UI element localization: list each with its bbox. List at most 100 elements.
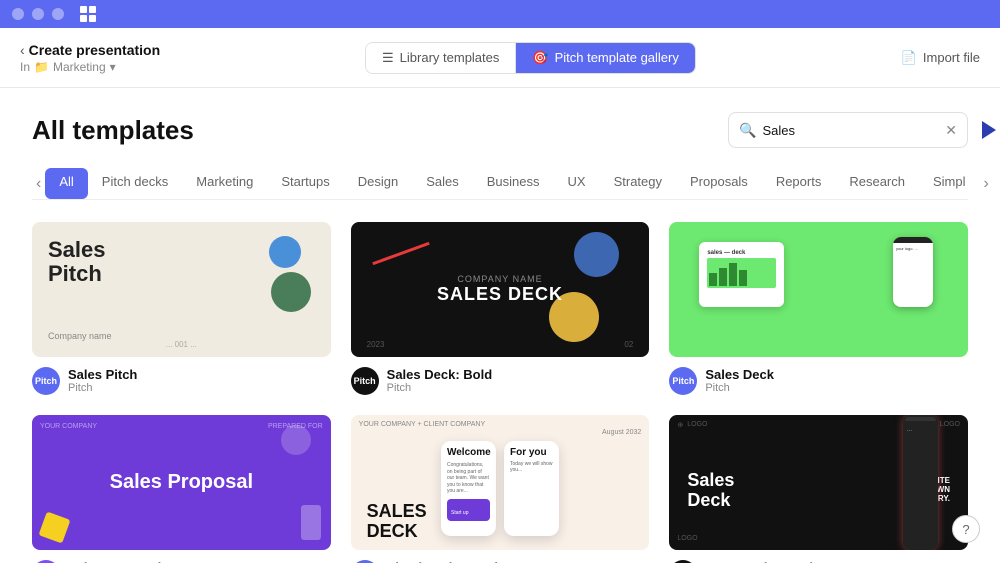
start-btn: Start up (447, 499, 490, 521)
phone-content: your logo. ... (893, 243, 933, 254)
chevron-down-icon: ▾ (110, 60, 116, 74)
filter-tab-startups[interactable]: Startups (267, 168, 343, 199)
template-sub-sales-deck: Pitch (705, 382, 774, 394)
async-logo-text: LOGO (687, 421, 707, 429)
cursor-pointer (982, 121, 996, 139)
main-content: All templates 🔍 ✕ ‹ All Pitch decks Mark… (0, 88, 1000, 563)
filter-tab-design[interactable]: Design (344, 168, 412, 199)
library-icon: ☰ (382, 50, 394, 66)
filter-tab-proposals[interactable]: Proposals (676, 168, 762, 199)
async-left-content: SalesDeck (679, 441, 905, 540)
template-thumb-simple-sales: YOUR COMPANY + CLIENT COMPANY August 203… (351, 415, 650, 550)
template-card-sales-proposal[interactable]: YOUR COMPANY PREPARED FOR Sales Proposal… (32, 415, 331, 563)
tab-library-templates[interactable]: ☰ Library templates (366, 43, 516, 73)
bar3 (729, 263, 737, 286)
help-icon: ? (962, 522, 969, 537)
filter-tab-research[interactable]: Research (835, 168, 919, 199)
pitch-logo-sales-pitch: Pitch (32, 367, 60, 395)
filter-tab-reports[interactable]: Reports (762, 168, 836, 199)
clear-search-button[interactable]: ✕ (945, 122, 957, 139)
template-card-sales-deck-bold[interactable]: Company Name SALES DECK 2023 02 Pitch Sa… (351, 222, 650, 395)
filter-tab-sales[interactable]: Sales (412, 168, 473, 199)
titlebar-dot-2[interactable] (32, 8, 44, 20)
template-name-sales-deck-bold: Sales Deck: Bold (387, 367, 493, 382)
company-name-bold: Company Name (437, 274, 563, 284)
templates-grid: SalesPitch Company name ... 001 ... Pitc… (32, 222, 968, 563)
phone-notch (905, 417, 936, 421)
yellow-shape (38, 511, 70, 543)
template-sub-sales-deck-bold: Pitch (387, 382, 493, 394)
laptop-screen: sales — deck (699, 242, 784, 307)
slide-num: 02 (624, 340, 633, 349)
search-input[interactable] (762, 123, 939, 138)
blue-sphere (269, 236, 301, 268)
filter-tab-simple[interactable]: Simpl (919, 168, 980, 199)
page-numbers: ... 001 ... (166, 340, 197, 349)
titlebar-dot-1[interactable] (12, 8, 24, 20)
filter-tab-strategy[interactable]: Strategy (600, 168, 676, 199)
year-label: 2023 (367, 340, 385, 349)
import-file-button[interactable]: 📄 Import file (901, 50, 980, 66)
async-main-title: SalesDeck (687, 471, 905, 511)
async-phone: ... (903, 415, 938, 550)
tab-pitch-gallery[interactable]: 🎯 Pitch template gallery (516, 43, 694, 73)
sales-pitch-title: SalesPitch (48, 238, 106, 286)
blue-blob-shape (574, 232, 619, 277)
template-card-sales-deck[interactable]: sales — deck your logo. ... (669, 222, 968, 395)
sales-deck-label: SALESDECK (367, 502, 427, 542)
filter-prev-button[interactable]: ‹ (32, 175, 45, 193)
bar4 (739, 270, 747, 286)
template-card-simple-sales[interactable]: YOUR COMPANY + CLIENT COMPANY August 203… (351, 415, 650, 563)
pitch-icon: 🎯 (532, 50, 548, 66)
template-card-sales-pitch[interactable]: SalesPitch Company name ... 001 ... Pitc… (32, 222, 331, 395)
search-icon: 🔍 (739, 122, 756, 139)
template-thumb-sales-proposal: YOUR COMPANY PREPARED FOR Sales Proposal (32, 415, 331, 550)
template-info-sales-deck-bold: Pitch Sales Deck: Bold Pitch (351, 367, 650, 395)
help-button[interactable]: ? (952, 515, 980, 543)
target-icon: ⊕ (677, 421, 683, 429)
sales-deck-green-content: sales — deck your logo. ... (669, 222, 968, 357)
titlebar-dot-3[interactable] (52, 8, 64, 20)
company-name-label: Company name (48, 331, 112, 341)
titlebar (0, 0, 1000, 28)
circle-shape (281, 425, 311, 455)
template-card-async-sales[interactable]: ⊕ LOGO LOGO SalesDeck WRITEYOUR OWNSTORY… (669, 415, 968, 563)
green-sphere (271, 272, 311, 312)
bar2 (719, 268, 727, 286)
in-text: In (20, 60, 30, 74)
phone-inner: ... (903, 423, 938, 437)
breadcrumb: In 📁 Marketing ▾ (20, 60, 160, 74)
filter-tab-marketing[interactable]: Marketing (182, 168, 267, 199)
header-row: All templates 🔍 ✕ (32, 112, 968, 148)
filter-tab-pitch-decks[interactable]: Pitch decks (88, 168, 182, 199)
import-icon: 📄 (901, 50, 917, 66)
for-you-label: For you (510, 447, 553, 458)
bar-chart (709, 260, 747, 286)
template-thumb-sales-deck-green: sales — deck your logo. ... (669, 222, 968, 357)
sales-deck-bold-content: Company Name SALES DECK (437, 274, 563, 305)
back-button[interactable]: ‹ Create presentation (20, 42, 160, 58)
filter-next-button[interactable]: › (980, 175, 993, 193)
import-label: Import file (923, 50, 980, 65)
filter-tab-ux[interactable]: UX (554, 168, 600, 199)
filter-tab-business[interactable]: Business (473, 168, 554, 199)
sales-label: SALESDECK (367, 501, 427, 541)
pitch-logo-sales-deck: Pitch (669, 367, 697, 395)
welcome-label: Welcome (447, 447, 490, 458)
template-thumb-async-sales: ⊕ LOGO LOGO SalesDeck WRITEYOUR OWNSTORY… (669, 415, 968, 550)
template-info-sales-deck: Pitch Sales Deck Pitch (669, 367, 968, 395)
back-chevron-icon: ‹ (20, 42, 25, 58)
app-grid-icon[interactable] (80, 6, 96, 22)
library-tab-label: Library templates (400, 50, 500, 65)
phone-left: Welcome Congratulations, on being part o… (441, 441, 496, 536)
filter-tabs: ‹ All Pitch decks Marketing Startups Des… (32, 168, 968, 200)
red-line-shape (372, 242, 429, 265)
bar1 (709, 273, 717, 286)
start-label: Start up (451, 510, 469, 516)
async-bottom: LOGO (677, 535, 697, 542)
sales-label: sales — deck (707, 250, 776, 256)
for-you-text: Today we will show you... (510, 461, 553, 473)
filter-tab-all[interactable]: All (45, 168, 87, 199)
phones-container: Welcome Congratulations, on being part o… (441, 441, 559, 536)
template-thumb-sales-pitch: SalesPitch Company name ... 001 ... (32, 222, 331, 357)
